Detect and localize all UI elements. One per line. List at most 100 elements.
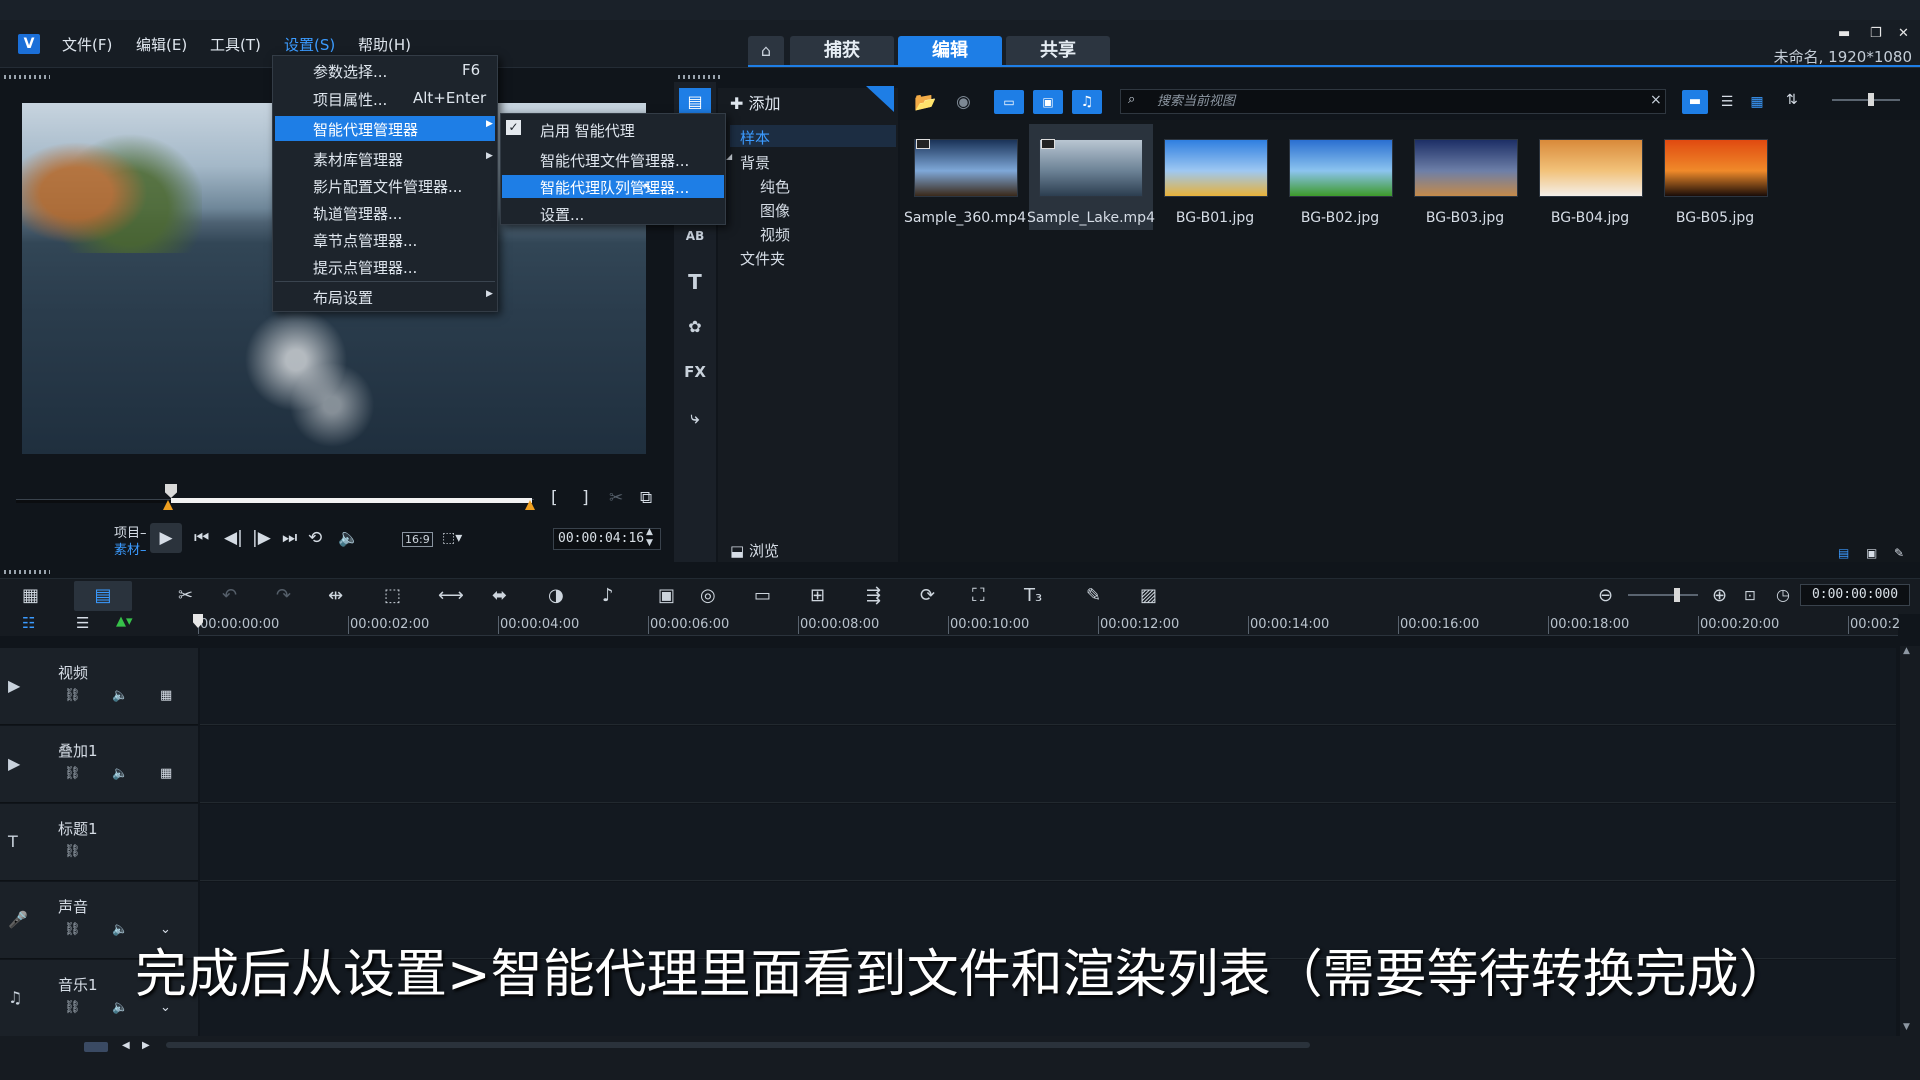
scrubber-handle[interactable] xyxy=(165,484,177,498)
tab-share[interactable]: 共享 xyxy=(1006,36,1110,66)
next-frame-icon[interactable]: |▶ xyxy=(252,528,271,548)
speed-icon[interactable]: ⇶ xyxy=(866,585,881,606)
menu-settings[interactable]: 设置(S) xyxy=(280,34,340,56)
link-icon[interactable]: ⛓ xyxy=(64,766,81,781)
add-folder-button[interactable]: ✚ 添加 xyxy=(730,90,781,114)
tab-edit[interactable]: 编辑 xyxy=(898,36,1002,66)
transition-icon[interactable]: AB xyxy=(679,222,711,250)
track-header[interactable] xyxy=(0,804,198,881)
timeline-vscroll[interactable] xyxy=(1900,646,1920,1036)
menu-tools[interactable]: 工具(T) xyxy=(206,34,265,56)
import-folder-icon[interactable]: 📂 xyxy=(914,92,936,113)
end-icon[interactable]: ⏭ xyxy=(282,528,297,548)
thumbnail-size-slider[interactable] xyxy=(1832,99,1900,101)
storyboard-view-icon[interactable]: ▦ xyxy=(22,585,39,606)
menu-item-proxy-file-manager[interactable]: 智能代理文件管理器... xyxy=(540,150,689,171)
menu-item-preferences[interactable]: 参数选择... xyxy=(313,61,387,82)
minimize-button[interactable]: ▬ xyxy=(1838,26,1850,41)
add-chapter-icon[interactable]: ☰ xyxy=(76,614,89,632)
clip-mode-label[interactable]: 素材– xyxy=(114,539,147,558)
menu-item-library-manager[interactable]: 素材库管理器 xyxy=(313,149,403,170)
undo-icon[interactable]: ↶ xyxy=(222,585,237,606)
search-clear-button[interactable]: × xyxy=(1650,92,1662,108)
fit-project-icon[interactable]: ⇹ xyxy=(328,585,343,606)
menu-item-enable-proxy[interactable]: 启用 智能代理 xyxy=(540,120,635,141)
enlarge-icon[interactable]: ⧉ xyxy=(640,488,652,508)
menu-item-proxy-settings[interactable]: 设置... xyxy=(540,204,584,225)
track-grid-icon[interactable]: ▦ xyxy=(160,688,172,703)
aspect-ratio-selector[interactable]: 16:9 xyxy=(402,532,433,547)
split-screen-icon[interactable]: ⊞ xyxy=(810,585,825,606)
track-grid-icon[interactable]: ▦ xyxy=(160,766,172,781)
tree-expander-icon[interactable]: ◢ xyxy=(726,152,732,161)
path-icon[interactable]: ⤷ xyxy=(679,404,711,432)
timeline-ruler[interactable] xyxy=(198,612,1898,636)
track-mute-icon[interactable]: 🔈 xyxy=(112,766,128,781)
media-icon[interactable]: ▤ xyxy=(679,88,711,116)
play-button[interactable]: ▶ xyxy=(150,523,182,553)
display-mode-icon[interactable]: ⬚▾ xyxy=(442,530,462,546)
scroll-up-icon[interactable]: ▲ xyxy=(1903,646,1910,656)
library-item-thumbnail[interactable] xyxy=(1414,139,1518,197)
motion-track-icon[interactable]: ▣ xyxy=(658,585,675,606)
fit-timeline-icon[interactable]: ⊡ xyxy=(1744,588,1756,604)
timeline-view-icon[interactable]: ▤ xyxy=(74,581,132,611)
menu-item-smart-proxy-manager[interactable]: 智能代理管理器 xyxy=(313,119,418,140)
menu-item-layout-settings[interactable]: 布局设置 xyxy=(313,287,373,308)
auto-music-icon[interactable]: ✎ xyxy=(1086,585,1101,606)
menu-edit[interactable]: 编辑(E) xyxy=(132,34,191,56)
library-item-thumbnail[interactable] xyxy=(1164,139,1268,197)
timecode-stepper[interactable]: ▲ ▼ xyxy=(646,527,653,549)
timeline-overview-icon[interactable] xyxy=(84,1042,108,1052)
show-video-toggle[interactable]: ▭ xyxy=(994,90,1024,114)
menu-item-track-manager[interactable]: 轨道管理器... xyxy=(313,203,402,224)
tab-capture[interactable]: 捕获 xyxy=(790,36,894,66)
screen-record-icon[interactable]: ▨ xyxy=(1140,585,1157,606)
track-header[interactable] xyxy=(0,648,198,725)
filter-icon[interactable]: FX xyxy=(679,358,711,386)
library-search-input[interactable]: 搜索当前视图 xyxy=(1120,89,1666,114)
tree-item-backgrounds[interactable]: 背景 xyxy=(740,152,770,173)
menu-help[interactable]: 帮助(H) xyxy=(354,34,415,56)
zoom-handle[interactable] xyxy=(1674,588,1680,602)
tree-item-folders[interactable]: 文件夹 xyxy=(740,248,785,269)
crop-icon[interactable]: ⬚ xyxy=(384,585,401,606)
track-lane[interactable] xyxy=(200,726,1896,803)
link-icon[interactable]: ⛓ xyxy=(64,922,81,937)
link-icon[interactable]: ⛓ xyxy=(64,1000,81,1015)
browse-button[interactable]: ⬓ 浏览 xyxy=(730,540,779,561)
ripple-edit-icon[interactable]: ▲▾ xyxy=(116,614,133,629)
title-icon[interactable]: T xyxy=(679,268,711,296)
graphics-icon[interactable]: ✿ xyxy=(679,313,711,341)
prev-frame-icon[interactable]: ◀| xyxy=(224,528,243,548)
timeline-timecode[interactable]: 0:00:00:000 xyxy=(1800,584,1910,606)
menu-file[interactable]: 文件(F) xyxy=(58,34,116,56)
mark-out-button[interactable]: ] xyxy=(582,488,589,508)
tree-item-images[interactable]: 图像 xyxy=(760,200,790,221)
library-item-thumbnail[interactable] xyxy=(1539,139,1643,197)
audio-mixer-icon[interactable]: ♪ xyxy=(602,585,614,606)
split-icon[interactable]: ✂ xyxy=(609,488,623,508)
panel-grip[interactable] xyxy=(678,75,722,79)
split-clip-icon[interactable]: ⟷ xyxy=(438,585,464,606)
track-manager-icon[interactable]: ☷ xyxy=(22,614,35,632)
track-mute-icon[interactable]: 🔈 xyxy=(112,922,128,937)
scroll-right-icon[interactable]: ▶ xyxy=(142,1040,150,1051)
tools-icon[interactable]: ✂ xyxy=(178,585,193,606)
track-mute-icon[interactable]: 🔈 xyxy=(112,688,128,703)
zoom-slider[interactable] xyxy=(1628,594,1698,596)
subtitle-editor-icon[interactable]: ▭ xyxy=(754,585,771,606)
mark-in-button[interactable]: [ xyxy=(551,488,558,508)
restore-button[interactable]: ❐ xyxy=(1870,26,1882,41)
redo-icon[interactable]: ↷ xyxy=(276,585,291,606)
home-start-icon[interactable]: ⏮ xyxy=(194,528,209,548)
close-button[interactable]: ✕ xyxy=(1898,26,1909,41)
track-lane[interactable] xyxy=(200,804,1896,881)
multi-trim-icon[interactable]: ⬌ xyxy=(492,585,507,606)
zoom-out-icon[interactable]: ⊖ xyxy=(1598,585,1613,606)
library-panel-options-icon[interactable]: ▤ xyxy=(1838,546,1849,560)
track-lane[interactable] xyxy=(200,648,1896,725)
menu-item-project-properties[interactable]: 项目属性... xyxy=(313,89,387,110)
grid-view-icon[interactable]: ▦ xyxy=(1744,90,1770,114)
timeline-hscroll[interactable] xyxy=(166,1042,1310,1048)
